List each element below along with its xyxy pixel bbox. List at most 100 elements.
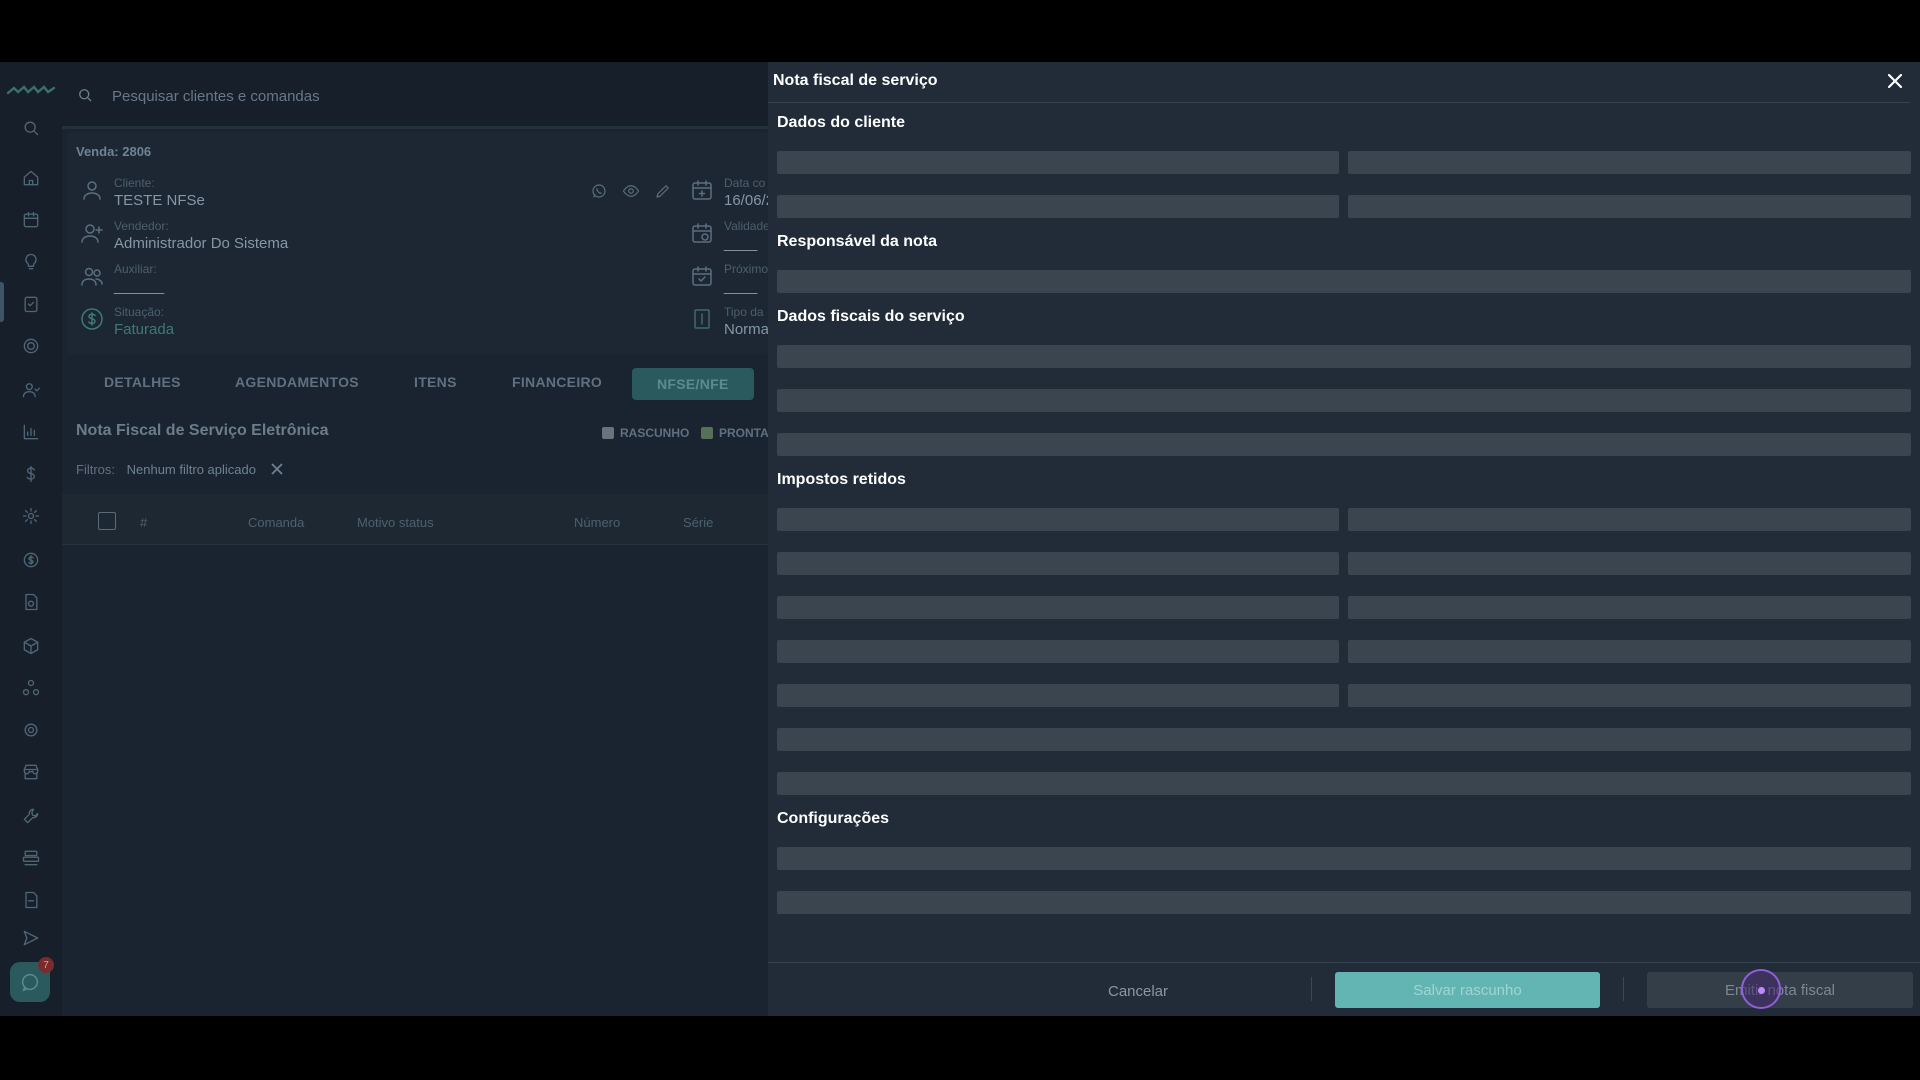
gear-icon[interactable] [19,718,43,742]
dollar-circle-icon [80,307,106,333]
assistant-name: ______ [114,278,165,295]
dollar-icon[interactable] [19,462,43,486]
skeleton-field [1348,640,1911,663]
sidebar: 7 [0,62,62,1016]
search-bar[interactable]: Pesquisar clientes e comandas [62,62,768,129]
skeleton-field [777,195,1339,218]
tab-detalhes[interactable]: DETALHES [104,374,181,390]
mouse-cursor-indicator [1741,969,1781,1009]
column-header[interactable]: # [140,515,147,530]
lightbulb-icon[interactable] [19,250,43,274]
search-icon[interactable] [19,116,43,140]
logo [6,85,56,95]
file-icon[interactable] [19,888,43,912]
seller-name: Administrador Do Sistema [114,235,289,252]
skeleton-field [777,728,1911,751]
document-icon[interactable] [19,590,43,614]
skeleton-field [777,151,1339,174]
section-responsavel: Responsável da nota [777,233,938,250]
document-dollar-icon [690,307,716,333]
column-header[interactable]: Número [574,515,620,530]
table-header: # Comanda Motivo status Número Série [62,494,768,545]
column-header[interactable]: Motivo status [357,515,434,530]
legend-pronta: PRONTA [701,426,769,440]
column-header[interactable]: Comanda [248,515,304,530]
filters-row: Filtros: Nenhum filtro aplicado [76,462,284,479]
stack-icon[interactable] [19,846,43,870]
section-dados-cliente: Dados do cliente [777,114,906,131]
filters-value: Nenhum filtro aplicado [126,462,256,477]
column-header[interactable]: Série [683,515,713,530]
status-value: Faturada [114,321,175,338]
modal-title: Nota fiscal de serviço [773,72,938,89]
tab-financeiro[interactable]: FINANCEIRO [512,374,602,390]
skeleton-field [777,847,1911,870]
tab-bar: DETALHES AGENDAMENTOS ITENS FINANCEIRO N… [62,362,768,406]
chat-badge: 7 [38,957,54,973]
eye-icon[interactable] [622,182,642,202]
skeleton-field [777,433,1911,456]
close-icon[interactable] [1886,72,1906,92]
tab-itens[interactable]: ITENS [414,374,457,390]
send-icon[interactable] [19,926,43,950]
nfse-modal: Nota fiscal de serviço Dados do cliente … [768,62,1920,1016]
sale-card: Venda: 2806 Cliente: TESTE NFSe Vendedor… [66,132,774,354]
divider [1311,977,1312,1001]
skeleton-field [1348,195,1911,218]
tab-nfse-nfe[interactable]: NFSE/NFE [632,368,754,400]
chat-icon [21,973,39,992]
skeleton-field [1348,684,1911,707]
modal-footer: Cancelar Salvar rascunho Emitir nota fis… [768,962,1920,1016]
app-window: 7 Pesquisar clientes e comandas Venda: 2… [0,62,1920,1016]
search-input[interactable]: Pesquisar clientes e comandas [112,88,320,105]
skeleton-field [777,552,1339,575]
calendar-plus-icon [690,178,716,204]
store-icon[interactable] [19,760,43,784]
legend-rascunho: RASCUNHO [602,426,689,440]
nfse-section-title: Nota Fiscal de Serviço Eletrônica [76,422,329,439]
chart-icon[interactable] [19,420,43,444]
client-name: TESTE NFSe [114,192,205,209]
network-icon[interactable] [19,676,43,700]
whatsapp-icon[interactable] [590,182,610,202]
legend-swatch [701,427,713,439]
user-plus-icon [80,221,106,247]
skeleton-field [777,684,1339,707]
edit-icon[interactable] [654,182,674,202]
legend-swatch [602,427,614,439]
calendar-icon[interactable] [19,208,43,232]
calendar-clock-icon [690,221,716,247]
skeleton-field [777,596,1339,619]
clipboard-icon[interactable] [19,292,43,316]
main-content: Pesquisar clientes e comandas Venda: 280… [62,62,774,1016]
sidebar-active-indicator [0,282,4,322]
skeleton-field [777,640,1339,663]
cancel-button[interactable]: Cancelar [1068,973,1208,1009]
skeleton-field [777,772,1911,795]
wrench-icon[interactable] [19,804,43,828]
skeleton-field [1348,151,1911,174]
divider [1623,977,1624,1001]
home-icon[interactable] [19,166,43,190]
skeleton-field [777,345,1911,368]
section-configuracoes: Configurações [777,810,890,827]
search-icon [76,86,94,104]
box-icon[interactable] [19,634,43,658]
tab-agendamentos[interactable]: AGENDAMENTOS [235,374,359,390]
calendar-check-icon [690,264,716,290]
skeleton-field [1348,508,1911,531]
save-draft-button[interactable]: Salvar rascunho [1335,972,1600,1008]
users-icon[interactable] [19,378,43,402]
target-icon[interactable] [19,334,43,358]
divider [768,102,1910,103]
settings-cog-icon[interactable] [19,504,43,528]
skeleton-field [1348,596,1911,619]
select-all-checkbox[interactable] [98,512,116,530]
skeleton-field [777,270,1911,293]
clear-filters-icon[interactable] [270,462,284,479]
sale-title: Venda: 2806 [76,144,152,159]
users-icon [80,264,106,290]
section-dados-fiscais: Dados fiscais do serviço [777,308,965,325]
user-icon [80,178,106,204]
coin-icon[interactable] [19,548,43,572]
